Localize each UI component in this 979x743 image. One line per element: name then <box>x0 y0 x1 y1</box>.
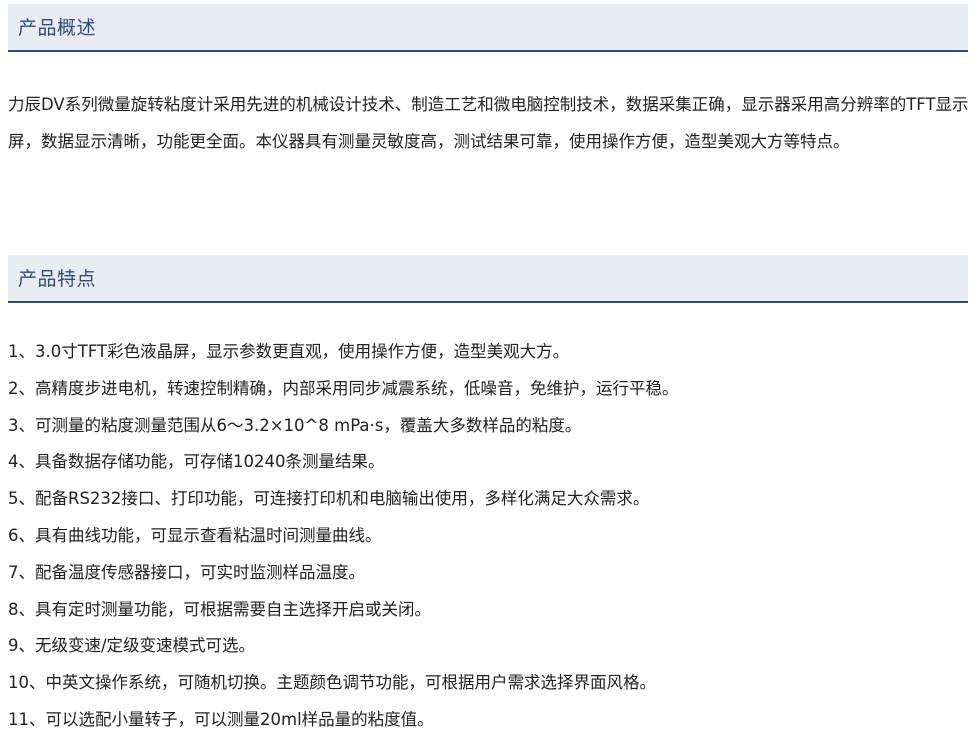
feature-item: 1、3.0寸TFT彩色液晶屏，显示参数更直观，使用操作方便，造型美观大方。 <box>8 342 570 361</box>
overview-paragraph: 力辰DV系列微量旋转粘度计采用先进的机械设计技术、制造工艺和微电脑控制技术，数据… <box>8 95 969 151</box>
overview-section-title: 产品概述 <box>18 17 97 39</box>
features-section-title: 产品特点 <box>18 268 97 290</box>
feature-item: 9、无级变速/定级变速模式可选。 <box>8 636 256 656</box>
feature-list: 1、3.0寸TFT彩色液晶屏，显示参数更直观，使用操作方便，造型美观大方。 2、… <box>8 334 970 739</box>
feature-item: 10、中英文操作系统，可随机切换。主题颜色调节功能，可根据用户需求选择界面风格。 <box>8 673 656 693</box>
feature-item: 8、具有定时测量功能，可根据需要自主选择开启或关闭。 <box>8 599 431 619</box>
overview-section-header: 产品概述 <box>8 4 968 52</box>
feature-item: 7、配备温度传感器接口，可实时监测样品温度。 <box>8 562 365 582</box>
feature-item: 3、可测量的粘度测量范围从6～3.2×10^8 mPa·s，覆盖大多数样品的粘度… <box>8 415 582 435</box>
features-section-header: 产品特点 <box>8 255 968 303</box>
feature-item: 11、可以选配小量转子，可以测量20ml样品量的粘度值。 <box>8 709 434 729</box>
feature-item: 4、具备数据存储功能，可存储10240条测量结果。 <box>8 452 385 472</box>
feature-item: 6、具有曲线功能，可显示查看粘温时间测量曲线。 <box>8 525 382 545</box>
feature-item: 5、配备RS232接口、打印功能，可连接打印机和电脑输出使用，多样化满足大众需求… <box>8 489 650 509</box>
feature-item: 2、高精度步进电机，转速控制精确，内部采用同步减震系统，低噪音，免维护，运行平稳… <box>8 378 679 398</box>
